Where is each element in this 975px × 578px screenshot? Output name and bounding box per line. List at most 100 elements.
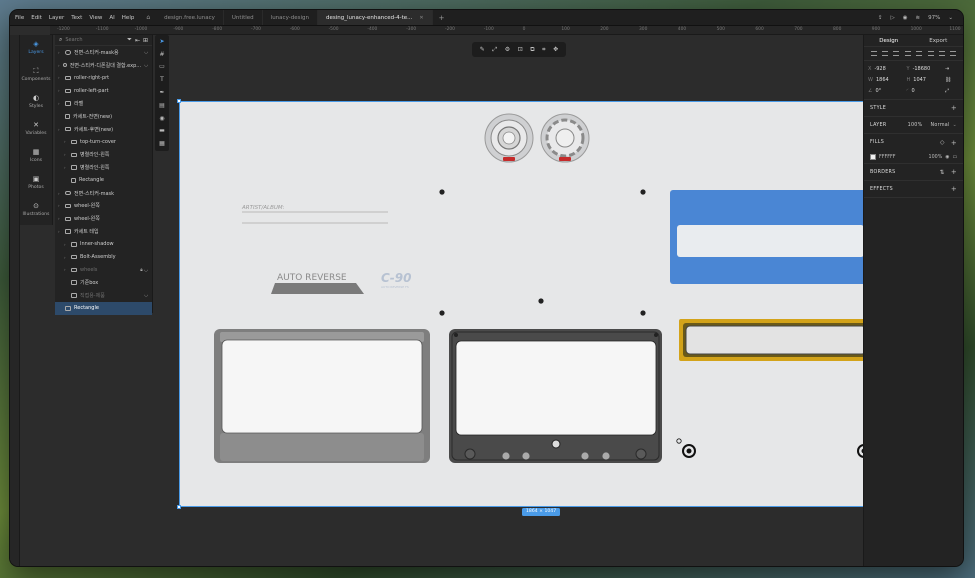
- layer-row[interactable]: › 라벨: [55, 97, 152, 110]
- expand-chevron-icon[interactable]: ›: [58, 88, 62, 93]
- radius-field[interactable]: ◜ 0: [907, 88, 946, 94]
- fill-swatch[interactable]: [870, 154, 876, 160]
- search-input[interactable]: Search: [65, 37, 124, 43]
- expand-chevron-icon[interactable]: ›: [64, 255, 68, 260]
- play-icon[interactable]: ▷: [891, 15, 895, 21]
- align-bottom-icon[interactable]: [938, 51, 945, 56]
- edit-icon[interactable]: ✎: [480, 46, 485, 53]
- grid-tool-icon[interactable]: ▦: [155, 137, 169, 150]
- expand-chevron-icon[interactable]: ›: [64, 165, 68, 170]
- artist-label-area[interactable]: ARTIST/ALBUM:: [241, 205, 388, 224]
- menu-ai[interactable]: AI: [109, 15, 114, 21]
- expand-chevron-icon[interactable]: ›: [58, 203, 62, 208]
- layer-row[interactable]: 직접용-제품 ◡: [55, 289, 152, 302]
- style-section[interactable]: STYLE +: [864, 100, 963, 117]
- new-tab-button[interactable]: +: [433, 14, 445, 22]
- select-tool-icon[interactable]: ➤: [155, 35, 169, 48]
- nav-styles[interactable]: ◐ Styles: [20, 95, 52, 116]
- home-icon[interactable]: ⌂: [146, 14, 150, 21]
- frame-tool-icon[interactable]: #: [155, 48, 169, 61]
- expand-chevron-icon[interactable]: ›: [58, 63, 60, 68]
- layer-row[interactable]: › 전면-스티커-mask: [55, 187, 152, 200]
- auto-reverse-badge[interactable]: AUTO REVERSE C-90 AUTO REVERSE FS: [271, 271, 412, 294]
- rotation-field[interactable]: ∠ 0°: [868, 88, 907, 94]
- expand-chevron-icon[interactable]: ›: [64, 267, 68, 272]
- fill-hex[interactable]: FFFFFF: [879, 155, 896, 160]
- boolean-icon[interactable]: ⧉: [530, 46, 534, 54]
- distribute-h-icon[interactable]: [904, 51, 911, 56]
- layer-row[interactable]: › wheels 🔒︎ ◡: [55, 264, 152, 277]
- layer-row[interactable]: › wheel-왼쪽: [55, 212, 152, 225]
- tab-design-free[interactable]: design.free.lunacy: [156, 10, 224, 25]
- nav-icons[interactable]: ▦ Icons: [20, 149, 52, 170]
- align-top-icon[interactable]: [916, 51, 923, 56]
- fill-opacity[interactable]: 100%: [929, 155, 943, 160]
- layer-row[interactable]: › 전면-스티커-mask용 ◡: [55, 46, 152, 59]
- tab-untitled[interactable]: Untitled: [224, 10, 263, 25]
- artboard[interactable]: ARTIST/ALBUM: AUTO REVERSE C-90 AUTO REV…: [177, 99, 899, 509]
- blue-label-box[interactable]: [670, 190, 871, 284]
- menu-layer[interactable]: Layer: [49, 15, 64, 21]
- layer-row[interactable]: › 병렬라인-왼쪽: [55, 148, 152, 161]
- menu-edit[interactable]: Edit: [31, 15, 42, 21]
- expand-chevron-icon[interactable]: ›: [58, 50, 62, 55]
- layer-row[interactable]: › 카세트-후면(new): [55, 123, 152, 136]
- menu-text[interactable]: Text: [71, 15, 82, 21]
- component-icon[interactable]: ✥: [553, 46, 558, 53]
- expand-chevron-icon[interactable]: ›: [58, 191, 62, 196]
- x-field[interactable]: X -928: [868, 66, 907, 72]
- layer-opacity[interactable]: 100%: [908, 123, 923, 128]
- expand-chevron-icon[interactable]: ›: [64, 139, 68, 144]
- add-style-icon[interactable]: +: [951, 104, 957, 112]
- add-fill-icon[interactable]: +: [951, 139, 957, 147]
- ring-elements[interactable]: [676, 438, 877, 458]
- cassette-front-shell[interactable]: [214, 329, 430, 463]
- add-effect-icon[interactable]: +: [951, 185, 957, 193]
- tab-desing-lunacy-enhanced[interactable]: desing_lunacy-enhanced-4-te... ✕: [317, 10, 433, 25]
- expand-chevron-icon[interactable]: ›: [64, 152, 68, 157]
- settings-icon[interactable]: ⚙: [505, 46, 510, 53]
- expand-chevron-icon[interactable]: ›: [58, 229, 62, 234]
- gold-window-frame[interactable]: [679, 319, 873, 361]
- expand-icon[interactable]: ⤢: [945, 88, 959, 94]
- expand-chevron-icon[interactable]: ›: [58, 101, 62, 106]
- rect-tool-icon[interactable]: ▭: [155, 61, 169, 74]
- layer-row[interactable]: › 카세트 테입: [55, 225, 152, 238]
- arrow-right-icon[interactable]: ⇥: [945, 66, 959, 72]
- expand-chevron-icon[interactable]: ›: [64, 242, 68, 247]
- layer-row[interactable]: › Inner-shadow: [55, 238, 152, 251]
- layer-row[interactable]: › 병렬라인-왼쪽: [55, 161, 152, 174]
- h-field[interactable]: H 1047: [907, 77, 946, 83]
- layer-row[interactable]: › roller-left-part: [55, 84, 152, 97]
- reel-left[interactable]: [484, 113, 534, 163]
- visibility-icon[interactable]: 🔒︎ ◡: [140, 267, 152, 273]
- layer-row[interactable]: Rectangle: [55, 174, 152, 187]
- visibility-icon[interactable]: ◡: [144, 63, 152, 68]
- border-options-icon[interactable]: ⇅: [940, 169, 945, 176]
- link-icon[interactable]: ⛓: [945, 77, 959, 83]
- chevron-down-icon[interactable]: ⌄: [948, 15, 953, 21]
- tab-lunacy-design[interactable]: lunacy-design: [263, 10, 318, 25]
- visibility-icon[interactable]: ◡: [144, 50, 152, 55]
- layer-row[interactable]: Rectangle: [55, 301, 152, 315]
- layer-row[interactable]: › top-turn-cover: [55, 136, 152, 149]
- nav-illustrations[interactable]: ⊙ Illustrations: [20, 203, 52, 224]
- image-tool-icon[interactable]: ▤: [155, 99, 169, 112]
- close-icon[interactable]: ✕: [419, 15, 423, 21]
- nav-layers[interactable]: ◈ Layers: [20, 41, 52, 62]
- add-page-icon[interactable]: ⊞: [143, 37, 148, 44]
- eye-icon[interactable]: ◉: [945, 155, 949, 160]
- nav-components[interactable]: ⛶ Components: [20, 68, 52, 89]
- menu-view[interactable]: View: [89, 15, 102, 21]
- align-left-icon[interactable]: [870, 51, 877, 56]
- distribute-v-icon[interactable]: [950, 51, 957, 56]
- pen-tool-icon[interactable]: ✒: [155, 86, 169, 99]
- fill-row[interactable]: FFFFFF 100% ◉ ▭: [864, 151, 963, 164]
- resize-handle-tl[interactable]: [177, 99, 181, 103]
- layer-row[interactable]: › roller-right-prt: [55, 72, 152, 85]
- resize-handle-bl[interactable]: [177, 505, 181, 509]
- tab-design[interactable]: Design: [864, 35, 914, 46]
- trash-icon[interactable]: ▭: [952, 155, 957, 160]
- text-frame-icon[interactable]: ⊡: [518, 46, 523, 53]
- component-tool-icon[interactable]: ◉: [155, 112, 169, 125]
